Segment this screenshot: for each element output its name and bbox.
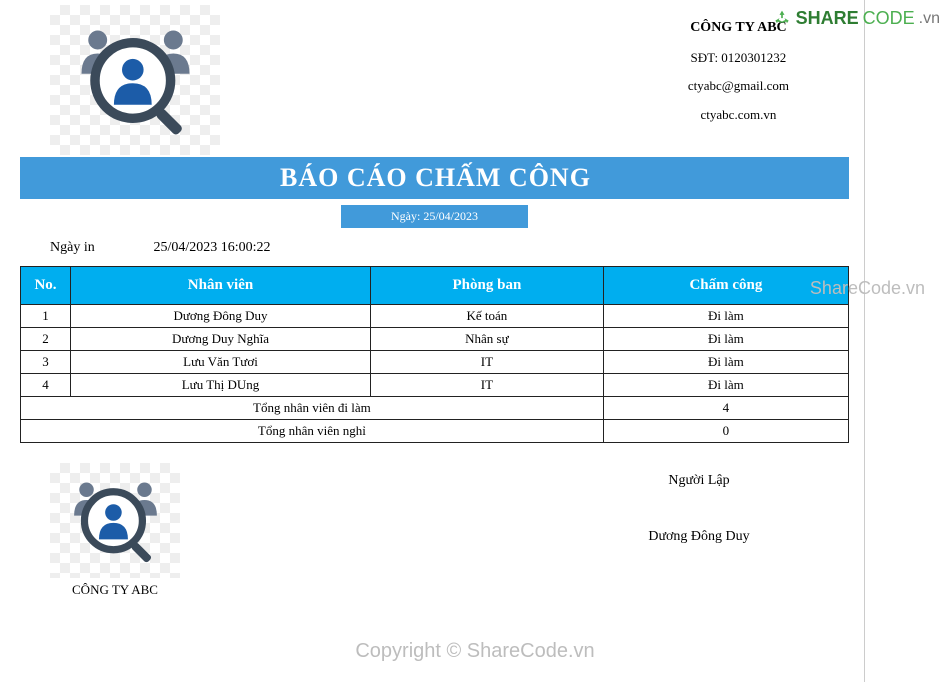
table-row: 3Lưu Văn TươiITĐi làm [21, 351, 849, 374]
preparer-name: Dương Đông Duy [599, 529, 799, 545]
footer-area: CÔNG TY ABC Người Lập Dương Đông Duy [20, 463, 849, 598]
print-info: Ngày in 25/04/2023 16:00:22 [50, 240, 849, 256]
cell-attendance: Đi làm [603, 374, 848, 397]
cell-employee: Lưu Văn Tươi [71, 351, 371, 374]
summary-value: 4 [603, 397, 848, 420]
table-row: 4Lưu Thị DUngITĐi làm [21, 374, 849, 397]
logo-code: CODE [863, 8, 915, 29]
report-page: CÔNG TY ABC SĐT: 0120301232 ctyabc@gmail… [5, 0, 865, 682]
cell-no: 1 [21, 305, 71, 328]
recycle-icon [772, 9, 792, 29]
report-date: Ngày: 25/04/2023 [341, 205, 528, 228]
header-no: No. [21, 267, 71, 305]
cell-department: Nhân sự [371, 328, 604, 351]
cell-employee: Lưu Thị DUng [71, 374, 371, 397]
summary-value: 0 [603, 420, 848, 443]
cell-no: 2 [21, 328, 71, 351]
print-datetime: 25/04/2023 16:00:22 [154, 240, 271, 255]
table-header-row: No. Nhân viên Phòng ban Chấm công [21, 267, 849, 305]
cell-department: IT [371, 374, 604, 397]
footer-left: CÔNG TY ABC [50, 463, 180, 598]
table-row: 1Dương Đông DuyKế toánĐi làm [21, 305, 849, 328]
company-email: ctyabc@gmail.com [688, 72, 789, 101]
table-row: 2Dương Duy NghĩaNhân sựĐi làm [21, 328, 849, 351]
header-employee: Nhân viên [71, 267, 371, 305]
company-logo [50, 5, 220, 155]
cell-department: IT [371, 351, 604, 374]
sharecode-logo: SHARECODE.vn [772, 8, 940, 29]
footer-logo [50, 463, 180, 578]
date-row: Ngày: 25/04/2023 [20, 205, 849, 228]
preparer-role: Người Lập [599, 473, 799, 489]
cell-no: 3 [21, 351, 71, 374]
summary-row: Tổng nhân viên nghỉ0 [21, 420, 849, 443]
cell-attendance: Đi làm [603, 351, 848, 374]
logo-share: SHARE [796, 8, 859, 29]
hr-search-icon [57, 469, 174, 573]
summary-label: Tổng nhân viên đi làm [21, 397, 604, 420]
cell-department: Kế toán [371, 305, 604, 328]
logo-vn: .vn [919, 10, 940, 28]
print-label: Ngày in [50, 240, 150, 256]
cell-attendance: Đi làm [603, 328, 848, 351]
footer-company-name: CÔNG TY ABC [50, 582, 180, 598]
footer-right: Người Lập Dương Đông Duy [599, 463, 799, 598]
header-department: Phòng ban [371, 267, 604, 305]
cell-no: 4 [21, 374, 71, 397]
company-phone: SĐT: 0120301232 [688, 44, 789, 73]
company-website: ctyabc.com.vn [688, 101, 789, 130]
cell-attendance: Đi làm [603, 305, 848, 328]
summary-label: Tổng nhân viên nghỉ [21, 420, 604, 443]
cell-employee: Dương Duy Nghĩa [71, 328, 371, 351]
header-attendance: Chấm công [603, 267, 848, 305]
header-area: CÔNG TY ABC SĐT: 0120301232 ctyabc@gmail… [20, 5, 849, 155]
report-title: BÁO CÁO CHẤM CÔNG [20, 157, 849, 199]
cell-employee: Dương Đông Duy [71, 305, 371, 328]
attendance-table: No. Nhân viên Phòng ban Chấm công 1Dương… [20, 266, 849, 443]
hr-search-icon [59, 13, 212, 148]
summary-row: Tổng nhân viên đi làm4 [21, 397, 849, 420]
